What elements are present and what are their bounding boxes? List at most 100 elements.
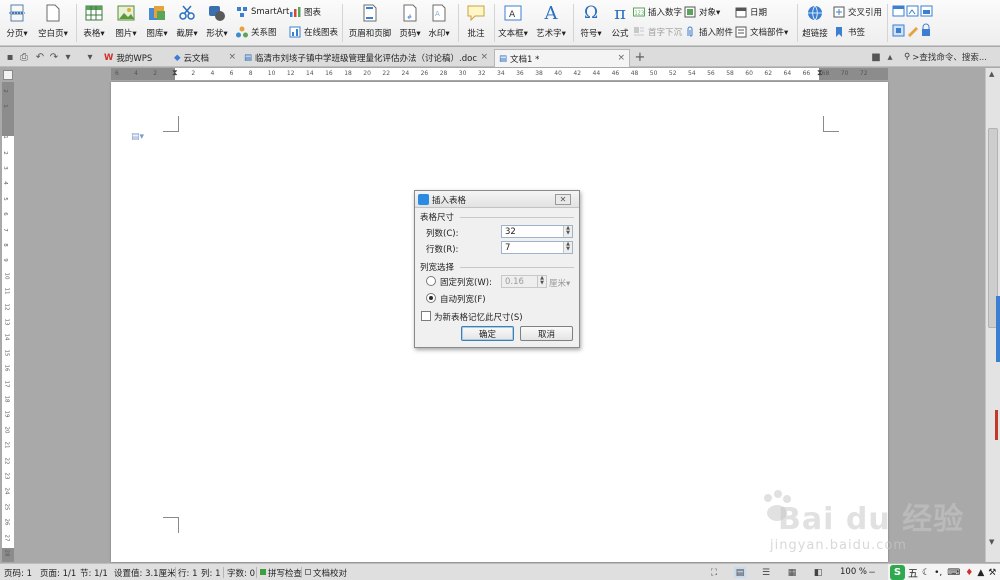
- remember-size-checkbox[interactable]: [421, 311, 431, 321]
- header-footer-button[interactable]: 页眉和页脚: [346, 3, 394, 43]
- hyperlink-button[interactable]: 超链接: [800, 3, 830, 43]
- skin-icon[interactable]: ■: [870, 51, 882, 63]
- paragraph-layout-icon[interactable]: ▤▾: [131, 132, 144, 142]
- vertical-ruler-tick: 21: [3, 441, 10, 449]
- vertical-ruler-tick: 20: [3, 426, 10, 434]
- chart-button[interactable]: 图表: [289, 5, 321, 19]
- unit-dropdown: 厘米▾: [549, 279, 571, 289]
- attachment-button[interactable]: 插入附件: [684, 25, 733, 39]
- search-icon: ⚲: [904, 52, 911, 62]
- web-view-icon[interactable]: ▦: [786, 567, 798, 578]
- ruler-tick-label: 24: [401, 70, 410, 77]
- side-panel-tab[interactable]: [996, 296, 1000, 362]
- insert-table-dialog: 插入表格 ✕ 表格尺寸 列数(C): 32 ▲ ▼ 行数(R): 7 ▲ ▼ 列宽选…: [414, 190, 580, 348]
- vertical-ruler-tick: 12: [3, 303, 10, 311]
- spell-check-icon: [260, 569, 266, 575]
- ok-button[interactable]: 确定: [461, 326, 514, 341]
- close-icon[interactable]: ×: [480, 52, 488, 62]
- formula-button[interactable]: π 公式: [608, 3, 632, 43]
- spinner-arrows-icon[interactable]: ▲ ▼: [563, 226, 572, 237]
- ruler-tick-label: 60: [745, 70, 753, 77]
- scroll-up-icon[interactable]: ▲: [989, 70, 994, 78]
- watermark-button[interactable]: A 水印▾: [426, 3, 452, 43]
- textbox-button[interactable]: A 文本框▾: [496, 3, 530, 43]
- cross-reference-button[interactable]: 交叉引用: [833, 5, 882, 19]
- right-indent-marker-icon[interactable]: ⧗: [817, 68, 823, 78]
- picture-button[interactable]: 图片▾: [112, 3, 140, 43]
- outline-view-icon[interactable]: ☰: [760, 567, 772, 578]
- ime-toolbar[interactable]: S 五 ☾ •, ⌨ ♦ ▲ ⚒: [888, 564, 1000, 580]
- page-break-button[interactable]: 分页▾: [4, 3, 30, 43]
- screenshot-button[interactable]: 截屏▾: [174, 3, 200, 43]
- close-icon[interactable]: ×: [228, 52, 236, 62]
- cancel-button[interactable]: 取消: [520, 326, 573, 341]
- tab-document-doc[interactable]: ▤ 临清市刘垓子镇中学班级管理量化评估办法（讨论稿）.doc ×: [240, 49, 492, 67]
- print-icon[interactable]: ⎙: [18, 51, 30, 63]
- undo-icon[interactable]: ↶: [34, 51, 46, 63]
- status-page-number[interactable]: 页码: 1: [4, 567, 32, 579]
- date-button[interactable]: 日期: [735, 5, 767, 19]
- close-icon[interactable]: ✕: [555, 194, 571, 205]
- indent-marker-icon[interactable]: ⧗: [172, 68, 178, 78]
- columns-label: 列数(C):: [426, 229, 459, 239]
- dialog-titlebar[interactable]: 插入表格 ✕: [415, 191, 579, 208]
- help-icon[interactable]: ▴: [884, 51, 896, 63]
- status-word-count[interactable]: 字数: 0: [227, 567, 255, 579]
- smartart-button[interactable]: SmartArt: [236, 5, 289, 19]
- vertical-scrollbar[interactable]: ▲ ▼: [985, 68, 1000, 562]
- doc-proofread-button[interactable]: 文档校对: [313, 567, 347, 579]
- zoom-level[interactable]: 100 %: [840, 567, 867, 577]
- calendar-icon: [735, 6, 747, 18]
- table-icon: [84, 3, 104, 23]
- save-icon[interactable]: ▪: [4, 51, 16, 63]
- wordart-icon: A: [544, 2, 558, 24]
- doc-parts-button[interactable]: 文档部件▾: [735, 25, 788, 39]
- gallery-button[interactable]: 图库▾: [144, 3, 170, 43]
- spinner-arrows-icon[interactable]: ▲ ▼: [563, 242, 572, 253]
- status-separator: [223, 567, 224, 578]
- cloud-doc-icon: ◆: [174, 53, 181, 63]
- bookmark-button[interactable]: 书签: [833, 25, 865, 39]
- online-chart-button[interactable]: 在线图表: [289, 25, 338, 39]
- relation-chart-button[interactable]: 关系图: [236, 25, 277, 39]
- status-column: 列: 1: [201, 569, 221, 579]
- keyboard-icon: ⌨: [947, 567, 961, 578]
- auto-width-radio[interactable]: [426, 293, 436, 303]
- comment-button[interactable]: 批注: [462, 3, 490, 43]
- object-button[interactable]: 对象▾: [684, 5, 720, 19]
- redo-icon[interactable]: ↷: [48, 51, 60, 63]
- tab-my-wps[interactable]: W 我的WPS: [100, 49, 170, 67]
- status-section: 节: 1/1: [80, 569, 108, 579]
- tab-cloud-docs[interactable]: ◆ 云文档 ×: [170, 49, 240, 67]
- command-search[interactable]: ⚲ >查找命令、搜索...: [904, 50, 1000, 64]
- spell-check-toggle[interactable]: 拼写检查: [268, 567, 302, 579]
- shape-button[interactable]: 形状▾: [204, 3, 230, 43]
- columns-spinner[interactable]: 32 ▲ ▼: [501, 225, 573, 238]
- blank-page-button[interactable]: 空白页▾: [36, 3, 70, 43]
- scroll-down-icon[interactable]: ▼: [989, 538, 994, 546]
- fixed-width-radio[interactable]: [426, 276, 436, 286]
- focus-mode-icon[interactable]: ⛶: [708, 567, 720, 578]
- symbol-button[interactable]: Ω 符号▾: [576, 3, 606, 43]
- new-tab-button[interactable]: +: [634, 50, 646, 65]
- wordart-button[interactable]: A 艺术字▾: [534, 3, 568, 43]
- page-number-button[interactable]: # 页码▾: [398, 3, 422, 43]
- page-view-icon[interactable]: ▤: [734, 567, 746, 578]
- ruler-tick-label: 56: [707, 70, 715, 77]
- ruler-tick-label: 26: [420, 70, 429, 77]
- insert-number-button[interactable]: 123 插入数字: [633, 5, 682, 19]
- drop-cap-button[interactable]: 首字下沉: [633, 25, 682, 39]
- close-icon[interactable]: ×: [617, 53, 625, 63]
- rows-spinner[interactable]: 7 ▲ ▼: [501, 241, 573, 254]
- moon-icon: ☾: [922, 567, 931, 578]
- vertical-ruler-tick: 27: [3, 534, 10, 542]
- table-button[interactable]: 表格▾: [80, 3, 108, 43]
- quick-access-more-icon[interactable]: ▾: [62, 51, 74, 63]
- ruler-tick-label: 38: [535, 70, 543, 77]
- ruler-margin-right: [819, 68, 888, 80]
- ruler-corner-button[interactable]: [3, 70, 13, 80]
- menu-dropdown-icon[interactable]: ▾: [84, 51, 96, 63]
- zoom-out-icon[interactable]: −: [866, 567, 878, 578]
- reading-view-icon[interactable]: ◧: [812, 567, 824, 578]
- tab-document1[interactable]: ▤ 文档1 * ×: [494, 49, 630, 67]
